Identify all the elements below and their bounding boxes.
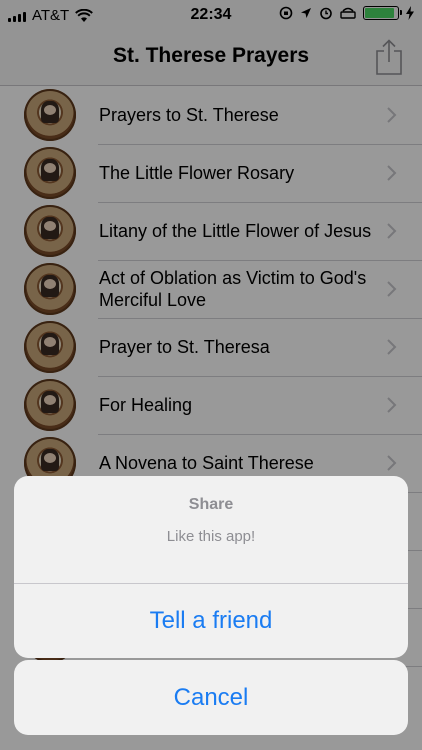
- share-action-sheet: Share Like this app! Tell a friend: [14, 476, 408, 658]
- action-sheet-header: Share Like this app!: [14, 476, 408, 584]
- action-sheet-message: Like this app!: [166, 528, 256, 545]
- tell-a-friend-button[interactable]: Tell a friend: [14, 584, 408, 658]
- action-sheet-title: Share: [188, 496, 234, 513]
- cancel-button[interactable]: Cancel: [14, 660, 408, 735]
